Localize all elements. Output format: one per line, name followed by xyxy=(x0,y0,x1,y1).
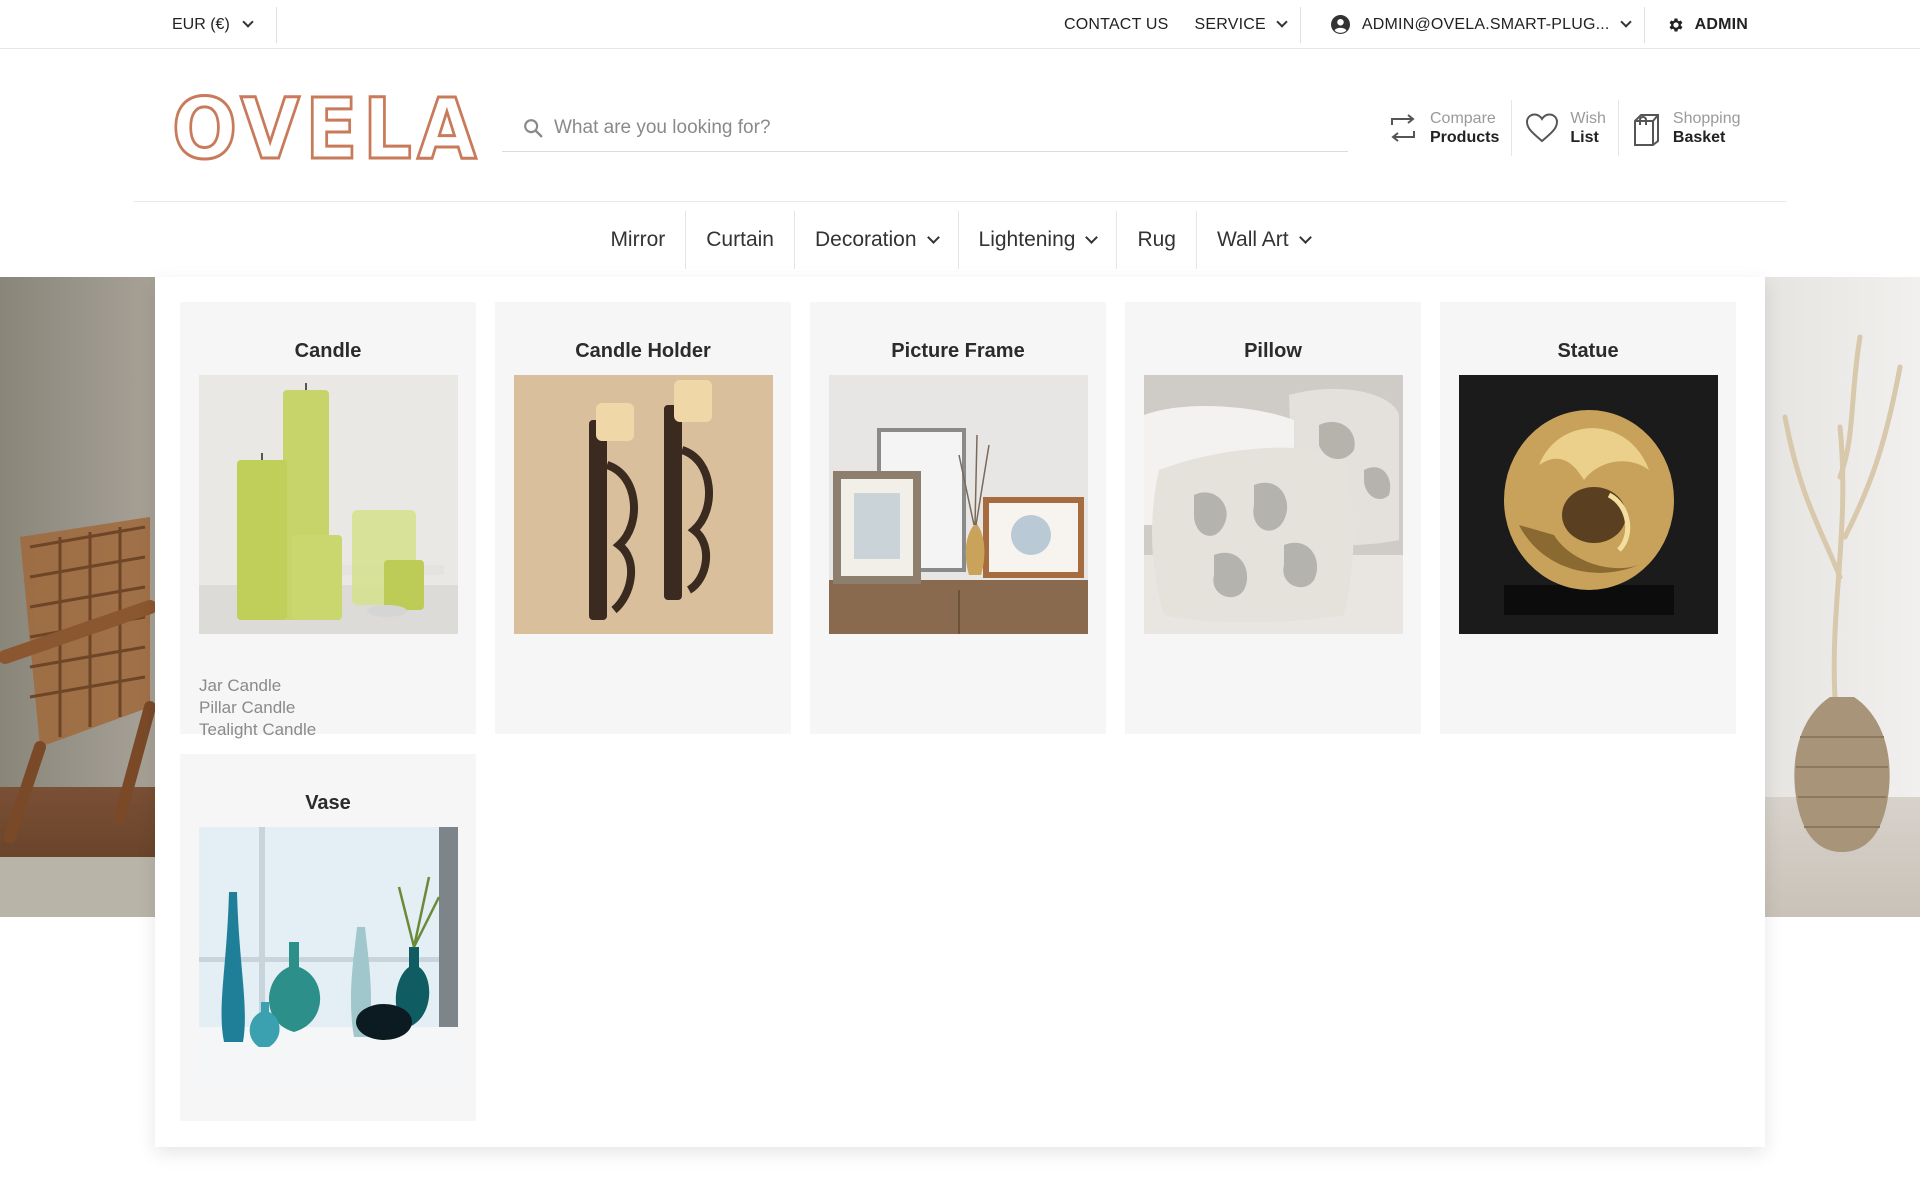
category-card-picture-frame[interactable]: Picture Frame xyxy=(810,302,1106,734)
wish-label-2: List xyxy=(1570,129,1599,146)
shopping-bag-icon xyxy=(1633,114,1659,146)
header-actions: Compare Products Wish List Shopping Bask… xyxy=(1374,100,1753,156)
candle-holder-image[interactable] xyxy=(514,375,773,634)
pillow-image[interactable] xyxy=(1144,375,1403,634)
account-email: ADMIN@OVELA.SMART-PLUG... xyxy=(1361,15,1610,33)
nav-item-rug[interactable]: Rug xyxy=(1117,211,1197,269)
compare-icon xyxy=(1391,114,1415,142)
candle-image[interactable] xyxy=(199,375,458,634)
chevron-down-icon xyxy=(926,231,940,244)
compare-label-2: Products xyxy=(1430,129,1500,146)
top-bar: EUR (€) CONTACT US SERVICE ADMIN@OVELA.S… xyxy=(0,0,1920,49)
search-icon[interactable] xyxy=(522,117,544,139)
nav-label: Rug xyxy=(1137,228,1176,251)
chevron-down-icon xyxy=(1298,231,1312,244)
nav-item-mirror[interactable]: Mirror xyxy=(590,211,687,269)
account-menu[interactable]: ADMIN@OVELA.SMART-PLUG... xyxy=(1301,6,1645,43)
nav-item-curtain[interactable]: Curtain xyxy=(686,211,795,269)
vase-image[interactable] xyxy=(199,827,458,1086)
basket-label-1: Shopping xyxy=(1672,110,1741,127)
main-nav: Mirror Curtain Decoration Lightening Rug… xyxy=(0,203,1920,277)
contact-us-link[interactable]: CONTACT US xyxy=(1051,7,1182,43)
nav-item-lightening[interactable]: Lightening xyxy=(959,211,1118,269)
picture-frame-image[interactable] xyxy=(829,375,1088,634)
category-title[interactable]: Candle Holder xyxy=(495,340,791,363)
category-title[interactable]: Statue xyxy=(1440,340,1736,363)
subcategory-list: Jar Candle Pillar Candle Tealight Candle xyxy=(199,675,316,741)
nav-label: Wall Art xyxy=(1216,228,1289,251)
compare-label-1: Compare xyxy=(1430,110,1496,127)
currency-label: EUR (€) xyxy=(172,15,230,33)
user-icon xyxy=(1330,15,1350,34)
chevron-down-icon xyxy=(242,16,254,28)
nav-item-wall-art[interactable]: Wall Art xyxy=(1197,211,1330,269)
hero-image-right xyxy=(1760,277,1920,917)
chevron-down-icon xyxy=(1276,16,1288,28)
nav-item-decoration[interactable]: Decoration xyxy=(795,211,959,269)
basket-label-2: Basket xyxy=(1672,129,1726,146)
gear-icon xyxy=(1669,18,1683,31)
service-label: SERVICE xyxy=(1194,15,1266,33)
chevron-down-icon xyxy=(1619,16,1632,28)
admin-label: ADMIN xyxy=(1694,15,1748,33)
wish-label-1: Wish xyxy=(1570,110,1606,127)
hero-image-left xyxy=(0,277,160,917)
nav-label: Lightening xyxy=(978,228,1076,251)
wish-list-button[interactable]: Wish List xyxy=(1512,100,1619,156)
category-card-vase[interactable]: Vase xyxy=(180,754,476,1121)
subcategory-pillar-candle[interactable]: Pillar Candle xyxy=(199,697,316,719)
subcategory-tealight-candle[interactable]: Tealight Candle xyxy=(199,719,316,741)
header-divider xyxy=(134,201,1786,202)
subcategory-jar-candle[interactable]: Jar Candle xyxy=(199,675,316,697)
vase-illustration xyxy=(1782,334,1903,852)
category-title[interactable]: Candle xyxy=(180,340,476,363)
category-card-candle-holder[interactable]: Candle Holder xyxy=(495,302,791,734)
chair-illustration xyxy=(0,517,157,843)
nav-label: Decoration xyxy=(814,228,917,251)
category-title[interactable]: Picture Frame xyxy=(810,340,1106,363)
category-title[interactable]: Pillow xyxy=(1125,340,1421,363)
category-card-statue[interactable]: Statue xyxy=(1440,302,1736,734)
search-bar[interactable] xyxy=(502,104,1348,152)
category-title[interactable]: Vase xyxy=(180,792,476,815)
admin-link[interactable]: ADMIN xyxy=(1645,7,1748,43)
nav-label: Curtain xyxy=(706,228,774,251)
currency-selector[interactable]: EUR (€) xyxy=(172,6,277,43)
statue-image[interactable] xyxy=(1459,375,1718,634)
category-card-pillow[interactable]: Pillow xyxy=(1125,302,1421,734)
service-menu[interactable]: SERVICE xyxy=(1182,6,1301,43)
ovela-logo[interactable]: OVELA xyxy=(172,88,484,164)
contact-us-label: CONTACT US xyxy=(1064,15,1169,33)
compare-products-button[interactable]: Compare Products xyxy=(1374,100,1513,156)
search-input[interactable] xyxy=(554,116,1254,139)
nav-label: Mirror xyxy=(610,228,666,251)
shopping-basket-button[interactable]: Shopping Basket xyxy=(1619,100,1753,156)
chevron-down-icon xyxy=(1085,231,1099,244)
site-header: OVELA Compare Products W xyxy=(0,50,1920,202)
decoration-mega-menu: Candle Jar Candle Pillar Candle Tealight… xyxy=(155,277,1765,1147)
svg-text:OVELA: OVELA xyxy=(172,88,482,164)
heart-icon xyxy=(1526,113,1559,143)
category-card-candle[interactable]: Candle Jar Candle Pillar Candle Tealight… xyxy=(180,302,476,739)
